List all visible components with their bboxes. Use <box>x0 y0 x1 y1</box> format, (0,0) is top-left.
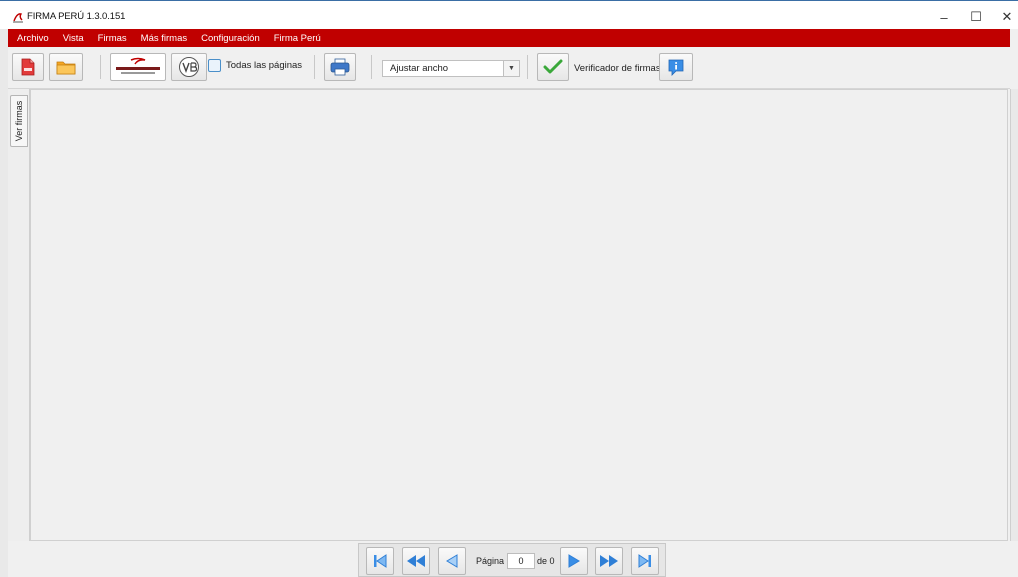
pdf-file-icon <box>21 58 35 76</box>
checkmark-icon <box>543 59 563 74</box>
contraloria-button[interactable] <box>110 53 166 81</box>
window-titlebar: FIRMA PERÚ 1.3.0.151 – ☐ ✕ <box>0 0 1018 29</box>
verifier-label: Verificador de firmas <box>574 63 661 74</box>
rewind-button[interactable] <box>402 547 430 575</box>
previous-page-icon <box>446 554 458 568</box>
toolbar-separator <box>527 55 528 79</box>
main-toolbar: Todas las páginas Ajustar ancho ▼ Verifi… <box>8 47 1010 89</box>
firma-peru-app-icon <box>13 13 23 23</box>
open-folder-button[interactable] <box>49 53 83 81</box>
toolbar-separator <box>100 55 101 79</box>
printer-icon <box>330 58 350 76</box>
next-page-button[interactable] <box>560 547 588 575</box>
print-button[interactable] <box>324 53 356 81</box>
window-title: FIRMA PERÚ 1.3.0.151 <box>27 11 126 22</box>
vb-stamp-icon <box>179 57 199 77</box>
open-pdf-button[interactable] <box>12 53 44 81</box>
menu-configuracion[interactable]: Configuración <box>201 33 260 44</box>
page-navigation-bar: Página 0 de 0 <box>358 543 666 577</box>
toolbar-separator <box>314 55 315 79</box>
verify-signatures-button[interactable] <box>537 53 569 81</box>
minimize-button[interactable]: – <box>930 7 958 27</box>
next-page-icon <box>568 554 580 568</box>
chevron-down-icon[interactable]: ▼ <box>503 61 519 76</box>
side-tab-bar: Ver firmas <box>8 89 30 541</box>
window-right-border <box>1010 89 1018 541</box>
all-pages-checkbox[interactable] <box>208 59 221 72</box>
toolbar-separator <box>371 55 372 79</box>
ver-firmas-tab-label: Ver firmas <box>14 100 24 142</box>
first-page-button[interactable] <box>366 547 394 575</box>
document-viewer[interactable] <box>30 89 1008 541</box>
close-button[interactable]: ✕ <box>993 7 1018 27</box>
zoom-select-value: Ajustar ancho <box>390 63 449 74</box>
menu-firma-peru[interactable]: Firma Perú <box>274 33 321 44</box>
first-page-icon <box>374 554 387 568</box>
maximize-button[interactable]: ☐ <box>962 7 990 27</box>
all-pages-label: Todas las páginas <box>226 60 303 71</box>
page-number-input[interactable]: 0 <box>507 553 535 569</box>
previous-page-button[interactable] <box>438 547 466 575</box>
last-page-button[interactable] <box>631 547 659 575</box>
info-button[interactable] <box>659 53 693 81</box>
zoom-select[interactable]: Ajustar ancho ▼ <box>382 60 520 77</box>
contraloria-logo <box>116 57 160 74</box>
menu-archivo[interactable]: Archivo <box>17 33 49 44</box>
last-page-icon <box>638 554 651 568</box>
page-count-label: de 0 <box>537 556 555 566</box>
fast-forward-icon <box>600 555 618 567</box>
folder-open-icon <box>56 61 76 75</box>
menu-mas-firmas[interactable]: Más firmas <box>141 33 187 44</box>
ver-firmas-tab[interactable]: Ver firmas <box>10 95 28 147</box>
page-label: Página <box>476 556 505 566</box>
all-pages-option[interactable]: Todas las páginas <box>208 59 302 72</box>
menu-vista[interactable]: Vista <box>63 33 84 44</box>
info-icon <box>668 59 684 76</box>
visto-bueno-button[interactable] <box>171 53 207 81</box>
rewind-icon <box>407 555 425 567</box>
window-left-border <box>0 29 8 577</box>
fast-forward-button[interactable] <box>595 547 623 575</box>
menu-bar: Archivo Vista Firmas Más firmas Configur… <box>8 29 1010 47</box>
menu-firmas[interactable]: Firmas <box>98 33 127 44</box>
